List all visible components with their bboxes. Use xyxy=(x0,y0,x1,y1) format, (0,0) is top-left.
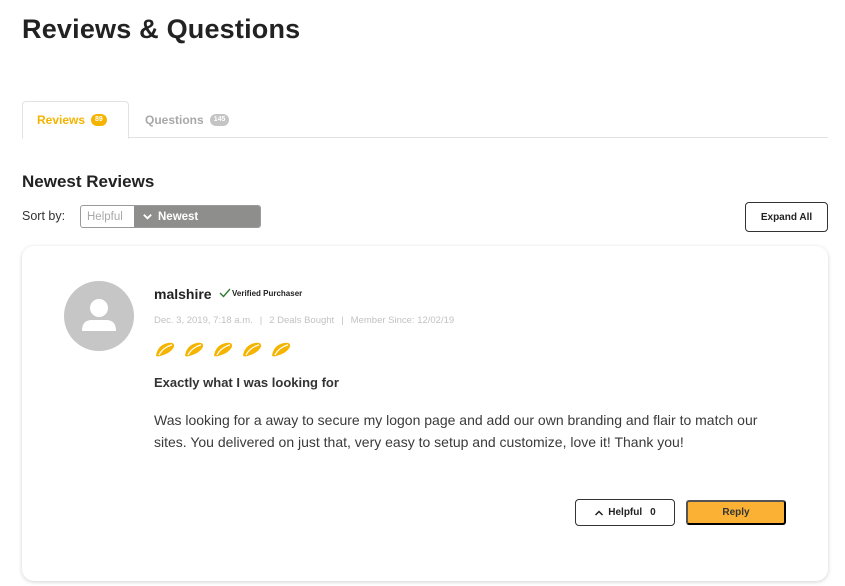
tab-questions[interactable]: Questions 145 xyxy=(145,101,230,138)
checkmark-icon xyxy=(219,288,231,298)
review-card: malshire Verified Purchaser Dec. 3, 2019… xyxy=(22,246,828,581)
taco-icon xyxy=(156,342,175,357)
helpful-count: 0 xyxy=(650,507,656,518)
user-icon xyxy=(82,299,116,331)
reply-button[interactable]: Reply xyxy=(686,500,786,525)
tab-questions-label: Questions xyxy=(145,112,204,127)
helpful-button[interactable]: Helpful 0 xyxy=(575,499,675,526)
review-date: Dec. 3, 2019, 7:18 a.m. xyxy=(154,315,253,326)
taco-icon xyxy=(243,342,262,357)
deals-bought: 2 Deals Bought xyxy=(269,315,335,326)
taco-icon xyxy=(185,342,204,357)
page-title: Reviews & Questions xyxy=(22,14,301,44)
chevron-up-icon xyxy=(595,509,604,516)
sort-option-helpful[interactable]: Helpful xyxy=(81,206,134,227)
questions-count-badge: 145 xyxy=(209,113,230,126)
review-title: Exactly what I was looking for xyxy=(154,375,339,390)
star-rating xyxy=(154,341,293,358)
reviews-count-badge: 89 xyxy=(91,114,107,126)
review-meta: Dec. 3, 2019, 7:18 a.m. | 2 Deals Bought… xyxy=(154,315,454,326)
tab-reviews[interactable]: Reviews 89 xyxy=(22,101,129,139)
taco-icon xyxy=(272,342,291,357)
member-since: Member Since: 12/02/19 xyxy=(350,315,455,326)
avatar xyxy=(64,281,134,351)
meta-separator: | xyxy=(341,315,344,326)
expand-all-button[interactable]: Expand All xyxy=(745,202,828,232)
verified-purchaser-badge: Verified Purchaser xyxy=(219,288,302,298)
reviewer-username[interactable]: malshire xyxy=(154,286,212,302)
taco-icon xyxy=(214,342,233,357)
tab-bar: Reviews 89 Questions 145 xyxy=(22,101,828,139)
tab-reviews-label: Reviews xyxy=(37,113,86,127)
review-body: Was looking for a away to secure my logo… xyxy=(154,412,758,450)
section-title: Newest Reviews xyxy=(22,172,155,191)
meta-separator: | xyxy=(259,315,263,326)
sort-selector: Rating Helpful Newest xyxy=(80,205,261,228)
sort-option-newest[interactable]: Newest xyxy=(134,206,260,227)
helpful-label: Helpful xyxy=(608,507,643,518)
verified-label: Verified Purchaser xyxy=(232,288,303,298)
sort-label: Sort by: xyxy=(22,209,66,223)
chevron-down-icon xyxy=(143,214,152,220)
sort-option-newest-label: Newest xyxy=(158,210,199,223)
